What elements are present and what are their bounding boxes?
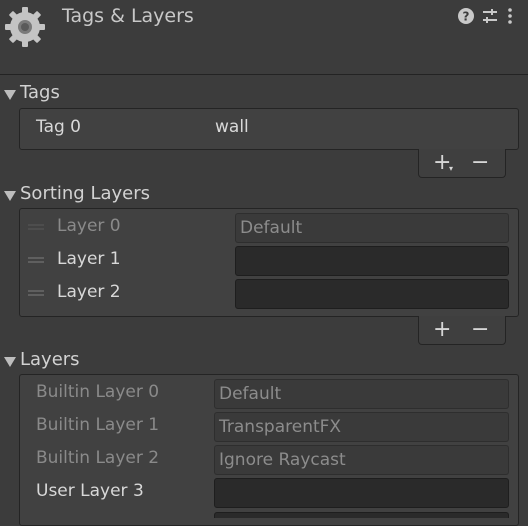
sorting-layer-label: Layer 2 — [57, 282, 121, 302]
tags-foldout[interactable]: Tags — [0, 82, 528, 108]
sorting-layer-name-field[interactable] — [235, 279, 509, 309]
triangle-down-icon — [4, 90, 16, 100]
drag-handle-icon[interactable] — [28, 290, 44, 296]
drag-handle-icon — [28, 224, 44, 230]
sorting-layer-label: Layer 1 — [57, 249, 121, 269]
sorting-layers-foldout[interactable]: Sorting Layers — [0, 183, 528, 209]
sorting-layer-name-field: Default — [235, 213, 509, 243]
add-sorting-layer-button[interactable]: + — [433, 316, 451, 344]
inspector-title: Tags & Layers — [62, 5, 194, 27]
layer-name-field[interactable] — [214, 512, 509, 518]
triangle-down-icon — [4, 191, 16, 201]
layer-label — [36, 514, 146, 518]
dropdown-arrow-icon: ▾ — [449, 164, 454, 173]
svg-text:?: ? — [463, 10, 470, 24]
remove-tag-button[interactable]: − — [471, 149, 489, 177]
layer-name-field: Ignore Raycast — [214, 445, 509, 475]
tag-value[interactable]: wall — [215, 117, 249, 137]
sliders-icon[interactable] — [481, 7, 499, 25]
section-title: Layers — [20, 349, 80, 370]
layer-label: Builtin Layer 2 — [36, 448, 160, 468]
gear-icon — [5, 7, 45, 47]
sorting-layers-add-remove-bar: + − — [418, 316, 506, 345]
help-icon[interactable]: ? — [457, 7, 475, 25]
layers-foldout[interactable]: Layers — [0, 349, 528, 375]
section-title: Tags — [20, 82, 60, 103]
tags-add-remove-bar: + ▾ − — [418, 149, 506, 178]
layer-label: Builtin Layer 0 — [36, 382, 160, 402]
tag-label: Tag 0 — [36, 117, 81, 137]
tags-list — [19, 108, 519, 150]
remove-sorting-layer-button[interactable]: − — [471, 316, 489, 344]
sorting-layer-name-field[interactable] — [235, 246, 509, 276]
layer-name-field: TransparentFX — [214, 412, 509, 442]
layer-label: Builtin Layer 1 — [36, 415, 160, 435]
sorting-layer-label: Layer 0 — [57, 216, 121, 236]
more-icon[interactable] — [505, 7, 515, 25]
layer-name-field: Default — [214, 379, 509, 409]
triangle-down-icon — [4, 357, 16, 367]
section-title: Sorting Layers — [20, 183, 151, 204]
layer-name-field[interactable] — [214, 478, 509, 508]
drag-handle-icon[interactable] — [28, 257, 44, 263]
layer-label: User Layer 3 — [36, 481, 144, 501]
